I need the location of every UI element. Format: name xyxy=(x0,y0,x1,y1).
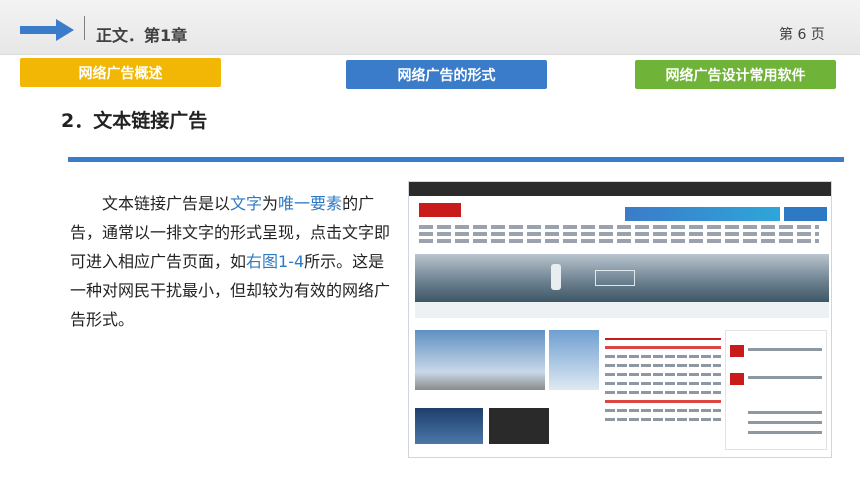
screenshot-photo-city xyxy=(415,408,483,444)
screenshot-photo-buildings xyxy=(415,330,545,390)
screenshot-link-strip xyxy=(415,302,829,318)
body-text-2: 为 xyxy=(262,194,279,213)
tab-design-software[interactable]: 网络广告设计常用软件 xyxy=(635,60,836,89)
screenshot-news-list xyxy=(605,330,721,450)
screenshot-photo-car xyxy=(489,408,549,444)
header-divider xyxy=(84,16,85,40)
chapter-title: 正文．第1章 xyxy=(96,26,188,45)
body-text-1: 文本链接广告是以 xyxy=(102,194,231,213)
top-bar: 正文．第1章 第 6 页 xyxy=(0,0,860,55)
screenshot-app-ad xyxy=(784,207,827,221)
screenshot-logo xyxy=(419,203,461,217)
screenshot-product-panel xyxy=(725,330,827,450)
section-rule xyxy=(68,157,844,162)
screenshot-photo-tower xyxy=(549,330,599,390)
tab-ad-forms[interactable]: 网络广告的形式 xyxy=(346,60,547,89)
figure-reference-link[interactable]: 右图1-4 xyxy=(246,252,304,271)
screenshot-banner xyxy=(415,254,829,302)
highlight-text: 文字 xyxy=(230,194,263,213)
arrow-right-icon xyxy=(20,19,74,41)
section-heading: 2．文本链接广告 xyxy=(61,110,208,132)
website-screenshot-figure xyxy=(408,181,832,458)
page-number: 第 6 页 xyxy=(779,27,825,43)
screenshot-text-link-ad xyxy=(625,207,780,221)
tab-overview[interactable]: 网络广告概述 xyxy=(20,58,221,87)
screenshot-header-bar xyxy=(409,182,831,196)
highlight-unique-element: 唯一要素 xyxy=(278,194,343,213)
body-paragraph: 文本链接广告是以文字为唯一要素的广告，通常以一排文字的形式呈现，点击文字即可进入… xyxy=(70,189,392,334)
screenshot-nav-links xyxy=(419,222,819,252)
